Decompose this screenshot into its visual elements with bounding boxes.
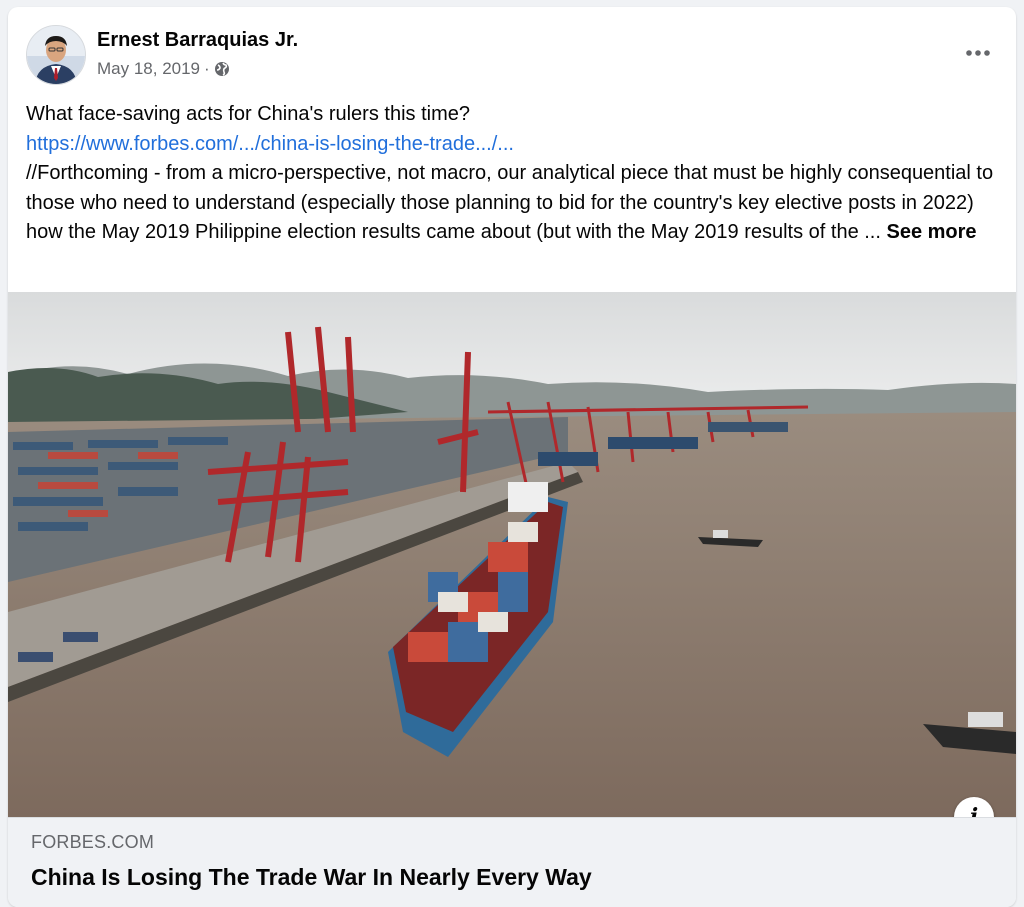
globe-icon	[214, 61, 230, 77]
more-options-button[interactable]	[958, 33, 998, 73]
post-text-question: What face-saving acts for China's rulers…	[26, 103, 470, 125]
see-more-button[interactable]: See more	[886, 221, 976, 243]
author-name[interactable]: Ernest Barraquias Jr.	[97, 29, 298, 52]
link-preview[interactable]: FORBES.COM China Is Losing The Trade War…	[8, 817, 1016, 907]
avatar-image	[27, 26, 85, 84]
container-port-photo[interactable]	[8, 292, 1016, 817]
post-header: Ernest Barraquias Jr. May 18, 2019 ·	[8, 7, 1016, 97]
meta-separator: ·	[204, 59, 210, 78]
link-domain: FORBES.COM	[31, 832, 155, 852]
link-title[interactable]: China Is Losing The Trade War In Nearly …	[31, 864, 592, 891]
post-text-body: //Forthcoming - from a micro-perspective…	[26, 159, 1001, 248]
post-meta: May 18, 2019 ·	[97, 59, 230, 79]
post-card: Ernest Barraquias Jr. May 18, 2019 · Wha…	[8, 7, 1016, 907]
post-date[interactable]: May 18, 2019	[97, 59, 200, 79]
more-options-icon	[966, 50, 990, 56]
avatar[interactable]	[26, 25, 86, 85]
post-text: What face-saving acts for China's rulers…	[26, 100, 1001, 248]
post-text-body-content: //Forthcoming - from a micro-perspective…	[26, 162, 994, 243]
article-link[interactable]: https://www.forbes.com/.../china-is-losi…	[26, 133, 514, 155]
